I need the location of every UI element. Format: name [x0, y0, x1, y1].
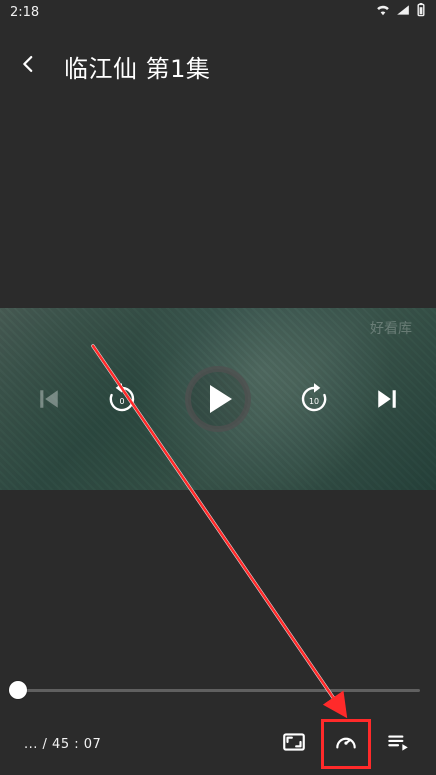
- forward-seconds: 10: [309, 397, 319, 406]
- status-icons: [376, 3, 426, 21]
- chevron-left-icon: [17, 53, 39, 79]
- speed-button[interactable]: [321, 719, 371, 769]
- next-button[interactable]: [372, 384, 402, 414]
- battery-icon: [416, 3, 426, 21]
- rewind-icon: 0: [103, 380, 141, 418]
- play-icon: [180, 361, 256, 437]
- playback-time: ... / 45 : 07: [24, 736, 102, 752]
- wifi-icon: [376, 4, 390, 20]
- fullscreen-button[interactable]: [274, 724, 314, 764]
- bottom-icon-group: [274, 719, 418, 769]
- playlist-button[interactable]: [378, 724, 418, 764]
- previous-button[interactable]: [34, 384, 64, 414]
- playback-controls: 0 10: [0, 308, 436, 490]
- back-button[interactable]: [0, 40, 56, 92]
- seek-track: [18, 689, 420, 692]
- skip-previous-icon: [34, 384, 64, 414]
- skip-next-icon: [372, 384, 402, 414]
- video-player[interactable]: 好看库 0 10: [0, 308, 436, 490]
- forward-button[interactable]: 10: [295, 380, 333, 418]
- fullscreen-icon: [281, 729, 307, 759]
- signal-icon: [396, 4, 410, 20]
- speedometer-icon: [333, 729, 359, 759]
- rewind-button[interactable]: 0: [103, 380, 141, 418]
- play-button[interactable]: [180, 361, 256, 437]
- seek-bar[interactable]: [9, 681, 420, 699]
- bottom-controls: ... / 45 : 07: [0, 716, 436, 772]
- rewind-seconds: 0: [119, 397, 124, 406]
- seek-handle[interactable]: [9, 681, 27, 699]
- fast-forward-icon: 10: [295, 380, 333, 418]
- top-bar: 临江仙 第1集: [0, 40, 436, 92]
- status-bar: 2:18: [0, 0, 436, 24]
- status-time: 2:18: [10, 4, 40, 20]
- episode-title: 临江仙 第1集: [64, 54, 211, 83]
- playlist-icon: [385, 729, 411, 759]
